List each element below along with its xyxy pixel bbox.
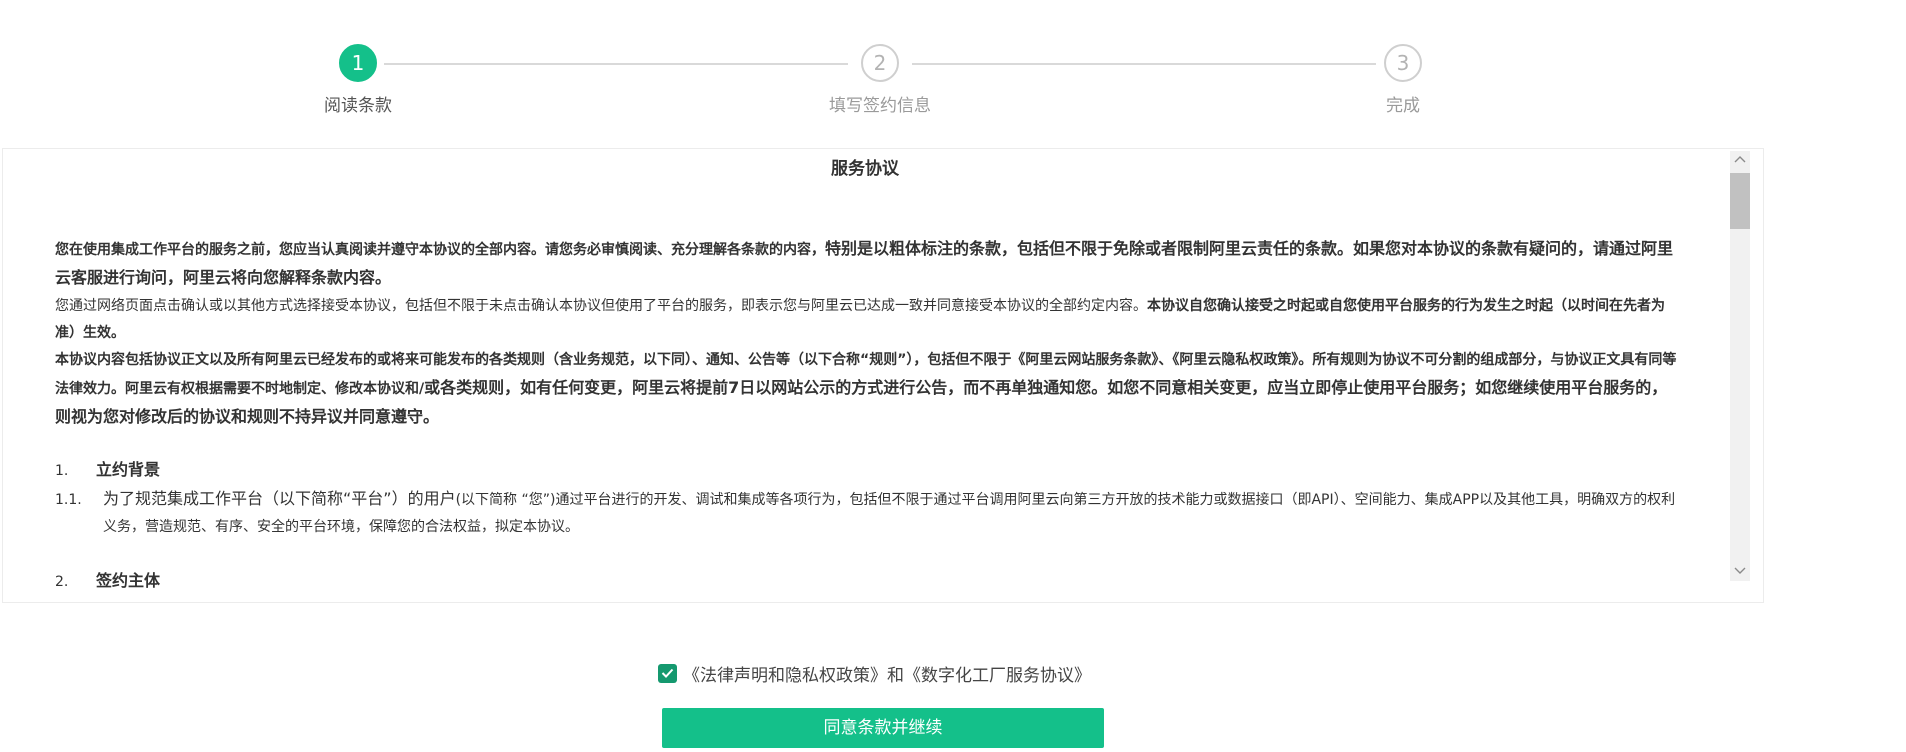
step-label: 填写签约信息: [829, 96, 931, 116]
subsection-paragraph: 1.1. 为了规范集成工作平台（以下简称“平台”）的用户(以下简称 “您”)通过平…: [55, 485, 1681, 541]
step-connector-2: [912, 63, 1376, 65]
step-connector-1: [384, 63, 848, 65]
consent-text[interactable]: 《法律声明和隐私权政策》和《数字化工厂服务协议》: [683, 661, 1091, 686]
step-label: 完成: [1386, 96, 1420, 116]
step-number-circle: 3: [1384, 44, 1422, 82]
consent-row: 《法律声明和隐私权政策》和《数字化工厂服务协议》: [658, 661, 1091, 686]
agreement-title: 服务协议: [831, 159, 899, 179]
section-heading: 1. 立约背景: [55, 456, 1681, 485]
section-title: 立约背景: [96, 460, 161, 479]
intro-paragraph-3: 本协议内容包括协议正文以及所有阿里云已经发布的或将来可能发布的各类规则（含业务规…: [55, 347, 1681, 432]
step-number-circle: 1: [339, 44, 377, 82]
subsection-text: (以下简称 “您”): [455, 492, 556, 508]
agreement-panel: 服务协议 您在使用集成工作平台的服务之前，您应当认真阅读并遵守本协议的全部内容。…: [2, 148, 1764, 603]
agreement-content[interactable]: 您在使用集成工作平台的服务之前，您应当认真阅读并遵守本协议的全部内容。请您务必审…: [55, 235, 1681, 597]
check-icon: [661, 668, 674, 678]
step-label: 阅读条款: [324, 96, 392, 116]
section-title: 签约主体: [96, 571, 161, 590]
intro-text: 您在使用集成工作平台的服务之前，您应当认真阅读并遵守本协议的全部内容。请您务必审…: [55, 242, 825, 258]
agree-continue-button[interactable]: 同意条款并继续: [662, 708, 1104, 748]
step-complete: 3 完成: [1323, 44, 1483, 116]
consent-checkbox[interactable]: [658, 663, 677, 683]
chevron-down-icon[interactable]: [1730, 563, 1750, 581]
section-heading: 2. 签约主体: [55, 567, 1681, 596]
intro-paragraph-1: 您在使用集成工作平台的服务之前，您应当认真阅读并遵守本协议的全部内容。请您务必审…: [55, 235, 1681, 293]
step-fill-info: 2 填写签约信息: [800, 44, 960, 116]
subsection-number: 1.1.: [55, 492, 82, 508]
step-read-terms: 1 阅读条款: [278, 44, 438, 116]
section-number: 1.: [55, 463, 69, 479]
chevron-up-icon[interactable]: [1730, 151, 1750, 169]
subsection-lead: 为了规范集成工作平台（以下简称“平台”）的用户: [103, 489, 456, 508]
intro-text: 您通过网络页面点击确认或以其他方式选择接受本协议，包括但不限于未点击确认本协议但…: [55, 298, 1147, 314]
intro-paragraph-2: 您通过网络页面点击确认或以其他方式选择接受本协议，包括但不限于未点击确认本协议但…: [55, 293, 1681, 347]
step-number-circle: 2: [861, 44, 899, 82]
section-number: 2.: [55, 574, 69, 590]
scrollbar-thumb[interactable]: [1730, 173, 1750, 229]
vertical-scrollbar[interactable]: [1730, 151, 1750, 581]
